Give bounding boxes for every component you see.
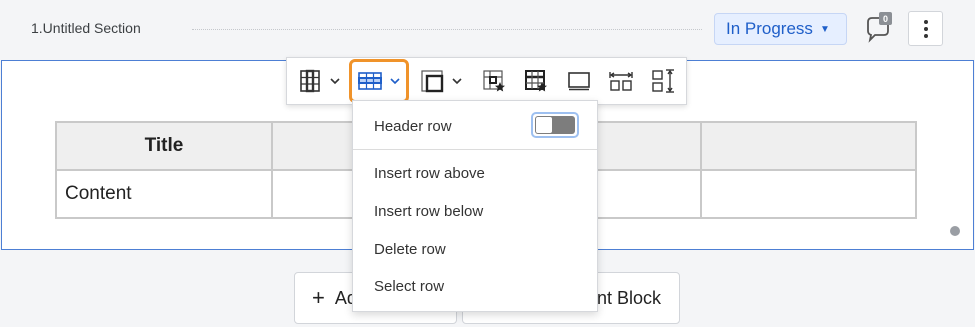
row-options-menu: Header row Insert row above Insert row b…	[352, 100, 598, 312]
table-toolbar	[286, 57, 687, 105]
menu-item-label: Insert row below	[374, 202, 484, 220]
table-cell-button[interactable]	[419, 58, 464, 104]
table-style-icon	[483, 70, 505, 92]
table-cell[interactable]: Content	[55, 169, 273, 219]
table-columns-icon	[300, 69, 320, 93]
section-title[interactable]: 1.Untitled Section	[31, 20, 141, 36]
more-dot	[923, 26, 928, 31]
caret-down-icon: ▼	[819, 23, 830, 35]
toggle-track	[535, 116, 575, 134]
header-row-toggle[interactable]	[531, 112, 579, 138]
chevron-down-icon	[452, 78, 462, 85]
menu-item-delete-row[interactable]: Delete row	[353, 230, 597, 268]
divider	[192, 29, 702, 30]
more-options-button[interactable]	[908, 11, 943, 46]
table-style-button[interactable]	[481, 58, 507, 104]
distribute-rows-icon	[652, 69, 674, 93]
toggle-knob	[536, 117, 552, 133]
menu-item-label: Header row	[374, 117, 452, 135]
more-dot	[923, 33, 928, 38]
table-columns-button[interactable]	[297, 58, 342, 104]
chevron-down-icon	[390, 78, 400, 85]
table-rows-icon	[358, 72, 382, 90]
display-button[interactable]	[566, 58, 592, 104]
section-header: 1.Untitled Section In Progress ▼ 0	[0, 0, 975, 58]
status-label: In Progress	[726, 19, 813, 38]
plus-icon: +	[312, 285, 325, 310]
menu-divider	[353, 149, 597, 150]
table-format-button[interactable]	[523, 58, 549, 104]
status-dropdown[interactable]: In Progress ▼	[714, 13, 847, 45]
editor-canvas: 1.Untitled Section In Progress ▼ 0 Title	[0, 0, 975, 327]
menu-item-select-row[interactable]: Select row	[353, 267, 597, 305]
table-cell-icon	[421, 70, 444, 93]
table-header-cell[interactable]	[700, 121, 917, 171]
table-format-icon	[525, 70, 547, 92]
more-vertical-icon	[923, 19, 928, 24]
resize-handle[interactable]	[950, 226, 960, 236]
distribute-rows-button[interactable]	[650, 58, 676, 104]
menu-item-label: Delete row	[374, 240, 446, 258]
distribute-columns-button[interactable]	[608, 58, 634, 104]
menu-item-insert-row-below[interactable]: Insert row below	[353, 192, 597, 230]
menu-item-label: Select row	[374, 277, 445, 295]
chevron-down-icon	[330, 78, 340, 85]
add-block-button-label: nt Block	[596, 287, 661, 308]
distribute-columns-icon	[609, 72, 633, 91]
display-icon	[568, 72, 590, 91]
comment-count-badge: 0	[879, 12, 892, 25]
table-header-cell[interactable]: Title	[55, 121, 273, 171]
menu-item-insert-row-above[interactable]: Insert row above	[353, 154, 597, 192]
menu-item-label: Insert row above	[374, 164, 485, 182]
table-cell[interactable]	[700, 169, 917, 219]
table-rows-button[interactable]	[357, 58, 402, 104]
